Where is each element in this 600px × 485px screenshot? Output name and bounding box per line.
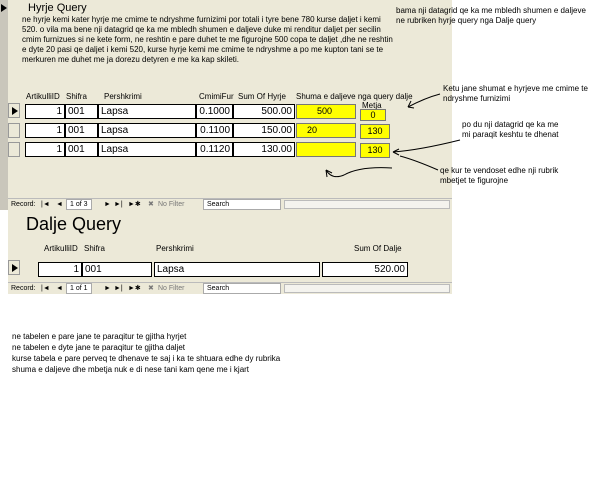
form-title: Dalje Query [26,214,122,234]
header-sum-of-dalje: Sum Of Dalje [354,244,402,253]
record-navigation: Record: |◄ ◄ 1 of 3 ► ►| ►✱ ✖ No Filter … [8,198,452,210]
first-record-icon[interactable]: |◄ [41,199,50,210]
cell-shifra[interactable]: 001 [65,123,98,138]
cell-sum-of-hyrje[interactable]: 150.00 [233,123,295,138]
next-record-icon[interactable]: ► [104,199,111,210]
header-pershkrimi: Pershkrimi [156,244,194,253]
previous-record-icon[interactable]: ◄ [56,199,63,210]
no-filter-button[interactable]: No Filter [158,283,184,294]
horizontal-scrollbar[interactable] [284,284,450,293]
annotation-sum-note: Ketu jane shumat e hyrjeve me cmime te n… [443,84,588,103]
cell-metja[interactable]: 0 [360,109,386,121]
no-filter-button[interactable]: No Filter [158,199,184,210]
header-shuma-e-daljeve: Shuma e daljeve nga query dalje [296,92,413,101]
record-label: Record: [11,201,36,208]
header-artikulliid: ArtikulliID [44,244,78,253]
cell-artikulliid[interactable]: 1 [25,142,65,157]
next-record-icon[interactable]: ► [104,283,111,294]
explanation-line: kurse tabela e pare perveq te dhenave te… [12,354,281,363]
record-label: Record: [11,285,36,292]
explanation-line: shuma e daljeve dhe mbetja nuk e di nese… [12,365,250,374]
form-selector-bar[interactable] [0,0,8,210]
cell-pershkrimi[interactable]: Lapsa [98,142,196,157]
cell-sum-of-hyrje[interactable]: 130.00 [233,142,295,157]
header-artikulliid: ArtikulliID [26,92,60,101]
header-pershkrimi: Pershkrimi [104,92,142,101]
cell-pershkrimi[interactable]: Lapsa [98,123,196,138]
cell-metja[interactable]: 130 [360,143,390,158]
record-selector[interactable] [8,142,20,157]
header-sum-of-hyrje: Sum Of Hyrje [238,92,287,101]
cell-cmimifur[interactable]: 0.1120 [196,142,233,157]
previous-record-icon[interactable]: ◄ [56,283,63,294]
cell-sum-of-dalje[interactable]: 520.00 [322,262,408,277]
form-title: Hyrje Query [28,2,87,14]
dalje-query-form: Dalje Query ArtikulliID Shifra Pershkrim… [8,210,452,294]
cell-artikulliid[interactable]: 1 [25,123,65,138]
record-selector[interactable] [8,260,20,275]
record-position[interactable]: 1 of 1 [66,283,92,294]
header-shifra: Shifra [66,92,87,101]
cell-pershkrimi[interactable]: Lapsa [154,262,320,277]
cell-shifra[interactable]: 001 [65,104,98,119]
filter-icon[interactable]: ✖ [148,199,154,210]
cell-artikulliid[interactable]: 1 [38,262,82,277]
search-box[interactable]: Search [203,283,281,294]
cell-shuma-e-daljeve[interactable] [296,142,356,157]
new-record-icon[interactable]: ►✱ [128,199,141,210]
first-record-icon[interactable]: |◄ [41,283,50,294]
cell-pershkrimi[interactable]: Lapsa [98,104,196,119]
new-record-icon[interactable]: ►✱ [128,283,141,294]
last-record-icon[interactable]: ►| [114,199,123,210]
last-record-icon[interactable]: ►| [114,283,123,294]
cell-cmimifur[interactable]: 0.1000 [196,104,233,119]
header-shifra: Shifra [84,244,105,253]
record-selector[interactable] [8,103,20,118]
annotation-datagrid-note: po du nji datagrid qe ka me mi paraqit k… [462,120,559,139]
cell-shuma-e-daljeve[interactable]: 500 [296,104,356,119]
hyrje-query-form: Hyrje Query ne hyrje kemi kater hyrje me… [0,0,452,210]
record-navigation: Record: |◄ ◄ 1 of 1 ► ►| ►✱ ✖ No Filter … [8,282,452,294]
record-selector[interactable] [8,123,20,138]
form-arrow-icon [1,4,7,12]
cell-shifra[interactable]: 001 [65,142,98,157]
filter-icon[interactable]: ✖ [148,283,154,294]
search-box[interactable]: Search [203,199,281,210]
record-position[interactable]: 1 of 3 [66,199,92,210]
explanation-line: ne tabelen e dyte jane te paraqitur te g… [12,343,186,352]
cell-shifra[interactable]: 001 [82,262,152,277]
horizontal-scrollbar[interactable] [284,200,450,209]
explanation-text: ne tabelen e pare jane te paraqitur te g… [12,331,280,375]
cell-cmimifur[interactable]: 0.1100 [196,123,233,138]
explanation-line: ne tabelen e pare jane te paraqitur te g… [12,332,187,341]
cell-artikulliid[interactable]: 1 [25,104,65,119]
cell-metja[interactable]: 130 [360,124,390,139]
header-cmimifur: CmimiFur [199,92,234,101]
cell-sum-of-hyrje[interactable]: 500.00 [233,104,295,119]
annotation-subtract-note: qe kur te vendoset edhe nji rubrik mbetj… [440,166,559,185]
annotation-top-right: bama nji datagrid qe ka me mbledh shumen… [396,6,586,25]
cell-shuma-e-daljeve[interactable]: 20 [296,123,356,138]
form-note: ne hyrje kemi kater hyrje me cmime te nd… [22,15,393,64]
